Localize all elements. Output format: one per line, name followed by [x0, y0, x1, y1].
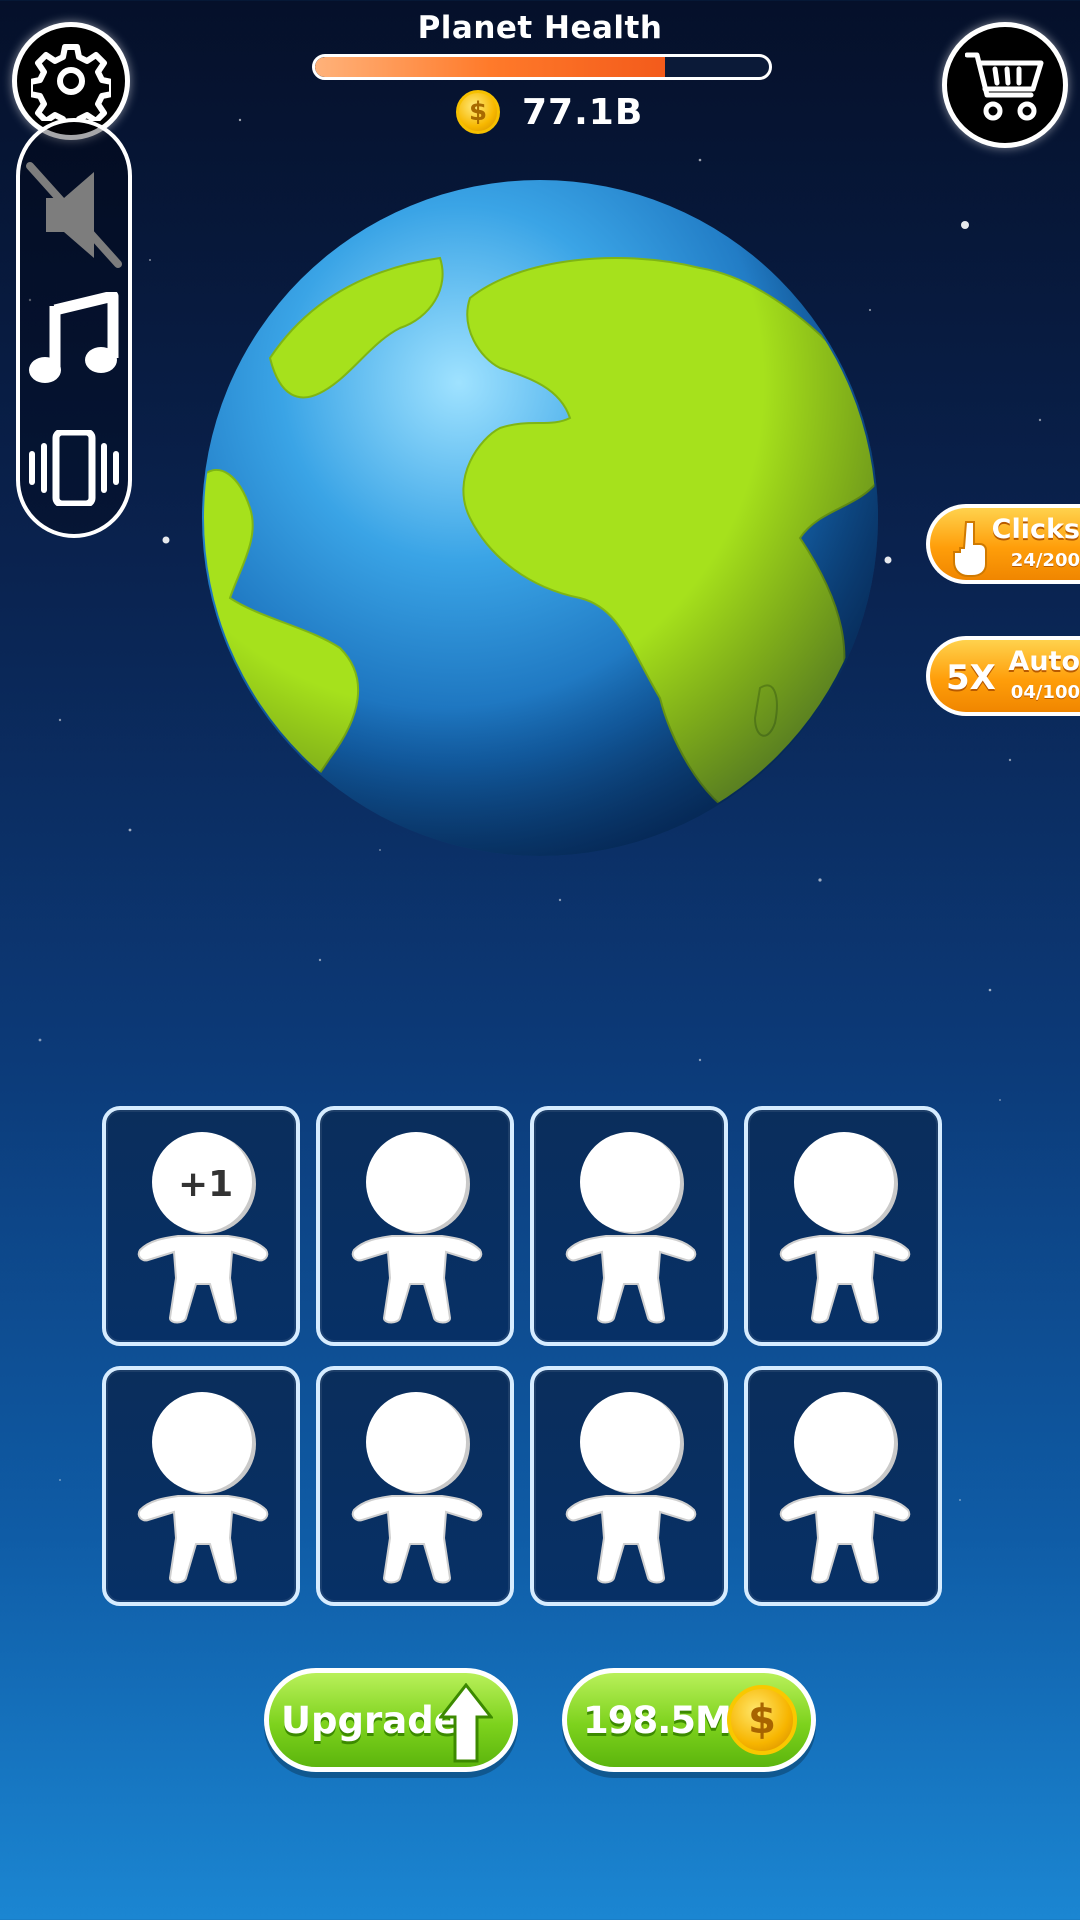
planet-health-fill [315, 57, 665, 77]
auto-boost-label: Auto [1008, 646, 1080, 677]
clicks-boost-label: Clicks [991, 514, 1080, 545]
stickman-character-icon [779, 1132, 911, 1324]
coin-balance: $ 77.1B [456, 88, 643, 136]
mute-icon [26, 162, 122, 268]
plus-one-badge: +1 [178, 1164, 234, 1205]
coin-balance-value: 77.1B [522, 91, 644, 133]
character-slot[interactable] [530, 1106, 728, 1346]
music-toggle-button[interactable] [20, 292, 128, 388]
clicks-boost-count: 24/200 [1010, 550, 1080, 571]
tap-hand-icon [953, 521, 987, 577]
planet-health-bar [312, 54, 772, 80]
buy-price-label: 198.5M [583, 1698, 732, 1742]
shop-cart-button[interactable] [942, 22, 1068, 148]
music-note-icon [29, 292, 119, 383]
stickman-character-icon [565, 1132, 697, 1324]
earth-globe-image [202, 180, 878, 856]
vibrate-icon [29, 430, 119, 506]
coin-icon: $ [456, 90, 500, 134]
planet-earth[interactable] [200, 178, 880, 858]
character-slot[interactable] [316, 1106, 514, 1346]
auto-boost-multiplier: 5X [946, 658, 996, 698]
clicks-boost-button[interactable]: Clicks 24/200 [926, 504, 1080, 584]
shopping-cart-icon [965, 52, 1044, 121]
auto-boost-button[interactable]: 5X Auto 04/100 [926, 636, 1080, 716]
stickman-character-icon [351, 1132, 483, 1324]
stickman-character-icon [351, 1392, 483, 1584]
stickman-character-icon [565, 1392, 697, 1584]
character-slot[interactable] [102, 1366, 300, 1606]
character-slot[interactable] [744, 1366, 942, 1606]
planet-health-title: Planet Health [417, 10, 663, 46]
upgrade-button[interactable]: Upgrade [264, 1668, 518, 1772]
sound-control-panel [16, 118, 132, 538]
character-slot[interactable] [744, 1106, 942, 1346]
stickman-character-icon [137, 1392, 269, 1584]
buy-character-button[interactable]: 198.5M $ [562, 1668, 816, 1772]
mute-button[interactable] [20, 160, 128, 270]
up-arrow-icon [439, 1683, 493, 1763]
character-slot[interactable] [530, 1366, 728, 1606]
auto-boost-count: 04/100 [1010, 682, 1080, 703]
character-slot[interactable] [316, 1366, 514, 1606]
stickman-character-icon [137, 1132, 269, 1324]
coin-icon: $ [727, 1685, 797, 1755]
stickman-character-icon [779, 1392, 911, 1584]
upgrade-button-label: Upgrade [281, 1698, 459, 1742]
character-slot[interactable]: +1 [102, 1106, 300, 1346]
vibration-toggle-button[interactable] [20, 430, 128, 506]
gear-icon [31, 44, 111, 121]
